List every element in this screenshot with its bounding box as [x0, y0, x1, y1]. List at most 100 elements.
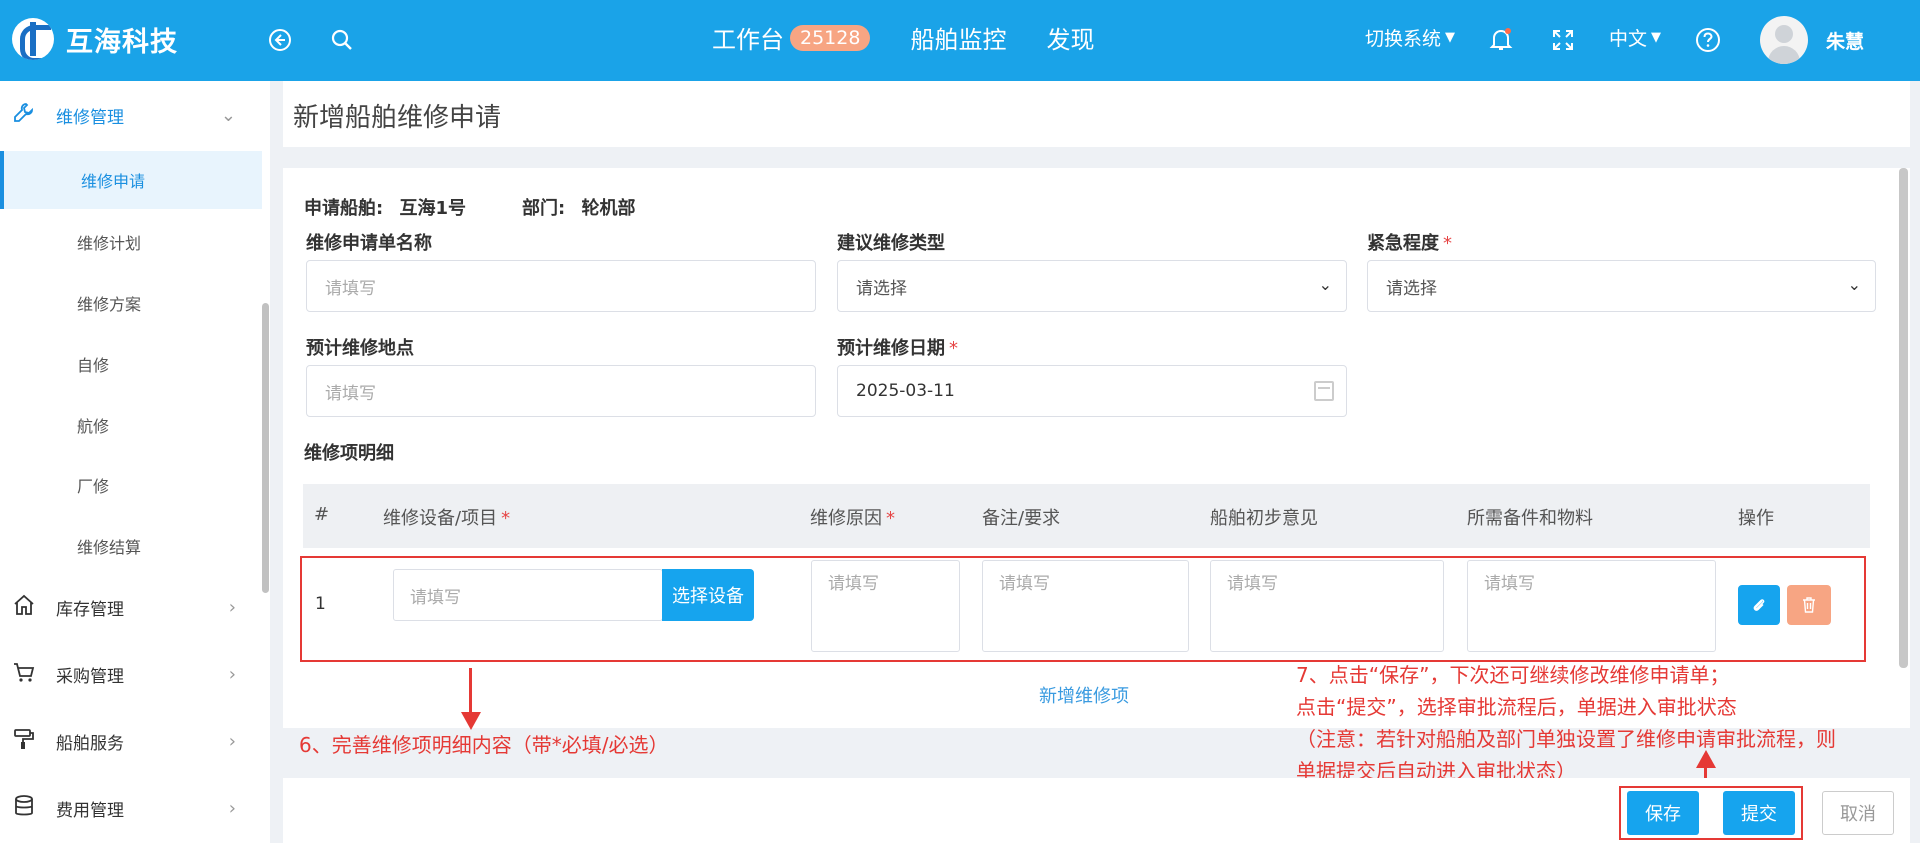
chevron-right-icon: › [228, 730, 236, 752]
caret-down-icon: ▼ [1651, 30, 1662, 45]
required-mark: * [949, 338, 958, 359]
sidebar-group-maintenance[interactable]: 维修管理 ⌄ [0, 89, 262, 141]
sidebar: 维修管理 ⌄ 维修申请 维修计划 维修方案 自修 航修 厂修 维修结算 库存管理… [0, 81, 270, 843]
calendar-icon[interactable] [1314, 381, 1334, 401]
sidebar-item-voyage-repair[interactable]: 航修 [0, 396, 262, 454]
equipment-input[interactable]: 请填写 [393, 569, 663, 621]
chevron-right-icon: › [228, 596, 236, 618]
place-input[interactable]: 请填写 [306, 365, 816, 417]
sidebar-item-repair-scheme[interactable]: 维修方案 [0, 274, 262, 332]
date-input-value: 2025-03-11 [856, 381, 955, 401]
nav-ship-monitor-label: 船舶监控 [910, 26, 1007, 54]
delete-row-button[interactable] [1787, 585, 1831, 625]
sidebar-group-purchase[interactable]: 采购管理 › [0, 648, 262, 700]
home-icon [12, 593, 36, 622]
ship-opinion-textarea[interactable]: 请填写 [1210, 560, 1444, 652]
nav-workbench-label: 工作台 [712, 26, 784, 54]
cart-icon [12, 660, 36, 689]
avatar[interactable] [1760, 16, 1808, 64]
content-scrollbar[interactable] [1899, 168, 1908, 668]
page-header: 新增船舶维修申请 [283, 81, 1910, 147]
dept-info: 部门: 轮机部 [522, 194, 635, 220]
brand-logo[interactable]: 互海科技 [12, 18, 178, 60]
sidebar-item-label: 维修结算 [77, 538, 142, 557]
dept-label: 部门: [522, 198, 566, 219]
chevron-down-icon: ⌄ [220, 104, 236, 126]
save-button[interactable]: 保存 [1627, 791, 1699, 835]
sidebar-group-label: 费用管理 [56, 800, 124, 821]
spare-parts-placeholder: 请填写 [1484, 574, 1535, 594]
type-select-value: 请选择 [856, 278, 907, 299]
sidebar-item-self-repair[interactable]: 自修 [0, 335, 262, 393]
required-mark: * [886, 508, 895, 529]
wrench-icon [12, 101, 36, 130]
cancel-button[interactable]: 取消 [1822, 791, 1894, 835]
date-input[interactable]: 2025-03-11 [837, 365, 1347, 417]
bell-icon[interactable] [1487, 26, 1515, 54]
fullscreen-icon[interactable] [1549, 26, 1577, 54]
username[interactable]: 朱慧 [1826, 27, 1864, 54]
help-icon[interactable] [1694, 26, 1722, 54]
remark-textarea[interactable]: 请填写 [982, 560, 1189, 652]
sidebar-item-label: 维修申请 [81, 172, 146, 191]
sidebar-scrollbar[interactable] [262, 303, 269, 593]
sidebar-group-expense[interactable]: 费用管理 › [0, 782, 262, 834]
sidebar-item-label: 自修 [77, 356, 110, 375]
nav-discover-label: 发现 [1046, 26, 1095, 54]
col-index: # [314, 504, 330, 525]
required-mark: * [501, 508, 511, 529]
choose-equipment-button[interactable]: 选择设备 [662, 569, 754, 621]
col-remark: 备注/要求 [982, 508, 1061, 529]
top-bar: 互海科技 工作台 25128 船舶监控 发现 切换系统 ▼ 中文 ▼ 朱慧 [0, 0, 1920, 81]
submit-button[interactable]: 提交 [1723, 791, 1795, 835]
ship-info: 申请船舶: 互海1号 [304, 194, 466, 220]
date-field-label-text: 预计维修日期 [837, 338, 945, 359]
sidebar-item-repair-request[interactable]: 维修申请 [0, 151, 262, 209]
add-repair-item-link[interactable]: 新增维修项 [1039, 682, 1129, 708]
row-index: 1 [315, 594, 326, 614]
remark-placeholder: 请填写 [999, 574, 1050, 594]
back-circle-icon[interactable] [266, 26, 294, 54]
annotation-step7-line2: 点击“提交”，选择审批流程后，单据进入审批状态 [1296, 695, 1737, 719]
sidebar-item-label: 航修 [77, 417, 110, 436]
ship-label: 申请船舶: [304, 198, 384, 219]
edit-row-button[interactable] [1738, 585, 1780, 625]
sidebar-group-inventory[interactable]: 库存管理 › [0, 581, 262, 633]
sidebar-group-label: 维修管理 [56, 107, 124, 128]
trash-icon [1803, 597, 1815, 613]
required-mark: * [1443, 233, 1452, 254]
ship-value: 互海1号 [399, 198, 467, 219]
urgency-select[interactable]: 请选择 ⌄ [1367, 260, 1876, 312]
nav-ship-monitor[interactable]: 船舶监控 [910, 20, 1006, 55]
type-field-label-text: 建议维修类型 [837, 233, 945, 254]
sidebar-item-repair-plan[interactable]: 维修计划 [0, 213, 262, 271]
nav-discover[interactable]: 发现 [1046, 20, 1094, 55]
reason-placeholder: 请填写 [828, 574, 879, 594]
main-nav: 工作台 25128 船舶监控 发现 [712, 20, 1134, 55]
sidebar-item-repair-settlement[interactable]: 维修结算 [0, 517, 262, 575]
col-reason-text: 维修原因 [810, 508, 882, 529]
sidebar-item-yard-repair[interactable]: 厂修 [0, 456, 262, 514]
spare-parts-textarea[interactable]: 请填写 [1467, 560, 1716, 652]
ship-opinion-placeholder: 请填写 [1227, 574, 1278, 594]
search-icon[interactable] [328, 26, 356, 54]
switch-system-dropdown[interactable]: 切换系统 ▼ [1365, 24, 1455, 51]
name-input-placeholder: 请填写 [325, 278, 376, 299]
detail-section-title-text: 维修项明细 [304, 443, 394, 464]
nav-workbench[interactable]: 工作台 25128 [712, 20, 871, 55]
col-spare-parts: 所需备件和物料 [1467, 508, 1593, 529]
col-equipment: 维修设备/项目 * [383, 504, 510, 530]
brand-name: 互海科技 [66, 26, 178, 58]
chevron-down-icon: ⌄ [1318, 275, 1332, 294]
chevron-right-icon: › [228, 797, 236, 819]
urgency-field-label-text: 紧急程度 [1367, 233, 1439, 254]
col-actions: 操作 [1738, 508, 1774, 529]
dept-value: 轮机部 [581, 198, 636, 219]
type-select[interactable]: 请选择 ⌄ [837, 260, 1347, 312]
urgency-field-label: 紧急程度 * [1367, 229, 1452, 255]
language-dropdown[interactable]: 中文 ▼ [1609, 24, 1661, 51]
name-input[interactable]: 请填写 [306, 260, 816, 312]
annotation-step7-line1: 7、点击“保存”，下次还可继续修改维修申请单； [1296, 663, 1730, 687]
reason-textarea[interactable]: 请填写 [811, 560, 960, 652]
sidebar-group-ship-service[interactable]: 船舶服务 › [0, 715, 262, 767]
